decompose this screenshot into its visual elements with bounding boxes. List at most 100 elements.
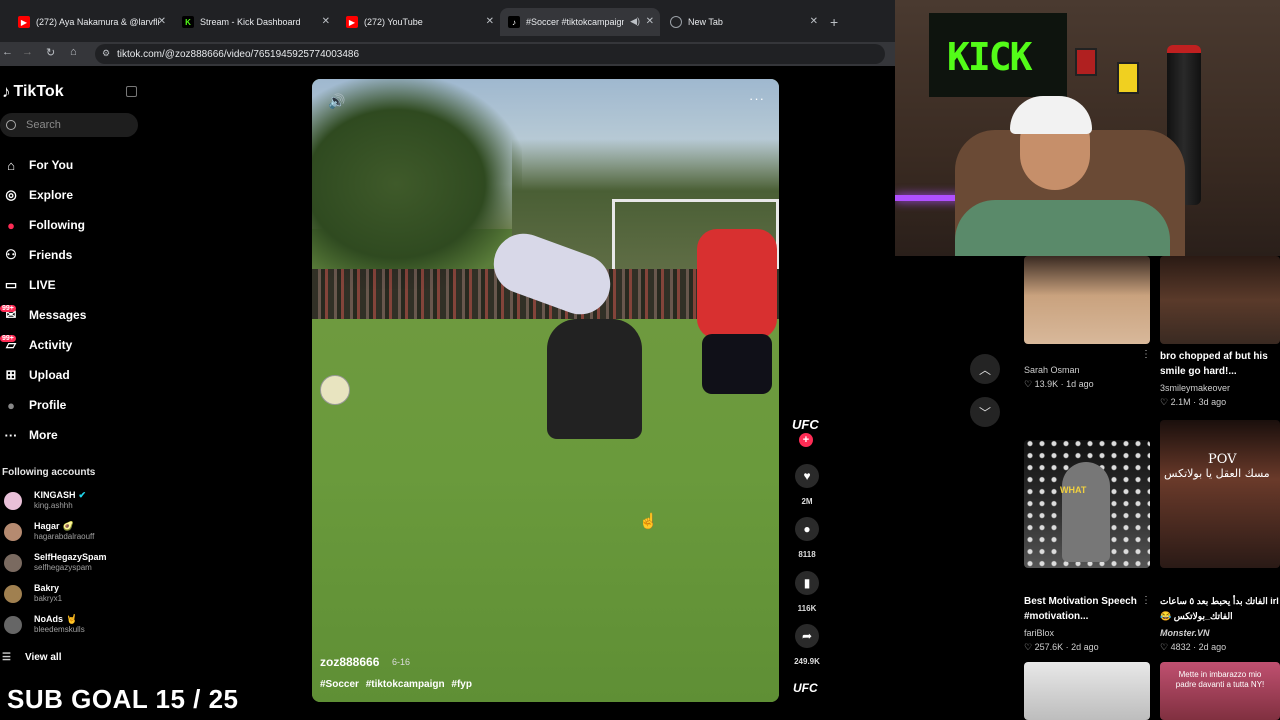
video-author[interactable]: zoz888666 [320,655,379,669]
close-tab-icon[interactable]: ✕ [646,16,654,27]
chrome-icon [670,16,682,28]
sidebar-item-friends[interactable]: ⚇ Friends [0,240,150,270]
recommended-meta: ♡ 13.9K · 1d ago [1024,379,1094,389]
sidebar-item-for-you[interactable]: ⌂ For You [0,150,150,180]
creator-avatar[interactable]: UFC [792,417,819,432]
browser-tab-active[interactable]: ♪ #Soccer #tiktokcampaign # ◀) ✕ [500,8,660,36]
recommended-author[interactable]: 3smileymakeover [1160,383,1230,393]
url-bar[interactable]: ⚙ tiktok.com/@zoz888666/video/7651945925… [95,44,885,64]
recommended-author[interactable]: Sarah Osman [1024,365,1080,375]
volume-icon[interactable]: 🔊 [328,93,345,110]
search-input[interactable]: Search [0,113,138,137]
recommended-title[interactable]: bro chopped af but his smile go hard!... [1160,349,1268,379]
save-button[interactable]: ▮ [795,571,819,595]
home-icon[interactable]: ⌂ [70,46,77,58]
comment-icon: ● [803,522,811,536]
music-disc[interactable]: UFC [793,681,818,695]
browser-tab[interactable]: ▶ (272) YouTube ✕ [338,8,500,36]
friends-icon: ⚇ [5,247,17,262]
close-tab-icon[interactable]: ✕ [322,16,330,27]
browser-tab[interactable]: ▶ (272) Aya Nakamura & @larvfli ✕ [10,8,172,36]
forward-icon[interactable]: → [22,46,33,58]
avatar[interactable] [4,523,22,541]
home-icon: ⌂ [7,157,15,173]
avatar[interactable] [4,585,22,603]
tab-label: (272) YouTube [364,17,423,27]
sidebar-item-activity[interactable]: ▱ 99+ Activity [0,330,150,360]
recommended-author[interactable]: Monster.VN [1160,628,1210,638]
tab-label: Stream - Kick Dashboard [200,17,301,27]
sidebar-item-label: Friends [29,248,73,262]
close-tab-icon[interactable]: ✕ [486,16,494,27]
site-info-icon[interactable]: ⚙ [102,48,110,59]
video-hashtags[interactable]: #Soccer #tiktokcampaign #fyp [320,679,472,690]
tiktok-logo[interactable]: ♪ TikTok [2,82,64,102]
following-account[interactable]: SelfHegazySpam selfhegazyspam [2,550,152,576]
reload-icon[interactable]: ↻ [46,46,55,59]
recommended-author[interactable]: fariBlox [1024,628,1054,638]
share-button[interactable]: ➦ [795,624,819,648]
upload-icon: ⊞ [5,367,17,382]
collapse-sidebar-icon[interactable] [126,86,137,97]
video-date: 6-16 [392,657,411,667]
video-thumbnail[interactable] [1160,420,1280,568]
more-options-icon[interactable]: ··· [749,91,765,106]
previous-video-button[interactable]: ︿ [970,354,1000,384]
sidebar-item-profile[interactable]: ● Profile [0,390,150,420]
video-thumbnail[interactable] [1024,256,1150,344]
tab-label: New Tab [688,17,723,27]
video-thumbnail[interactable] [1160,256,1280,344]
avatar[interactable] [4,616,22,634]
sidebar-nav: ⌂ For You ◎ Explore ● Following ⚇ Friends ▭ LIVE ✉… [0,150,150,450]
recommended-title[interactable]: Best Motivation Speech #motivation... [1024,594,1137,624]
sidebar-item-live[interactable]: ▭ LIVE [0,270,150,300]
heart-icon: ♡ [1024,379,1035,389]
close-tab-icon[interactable]: ✕ [810,16,818,27]
sidebar-item-label: Profile [29,398,67,412]
like-button[interactable]: ♥ [795,464,819,488]
following-account[interactable]: Hagar 🥑 hagarabdalraouff [2,519,152,545]
back-icon[interactable]: ← [2,46,13,58]
follow-button[interactable]: + [799,433,813,447]
view-all-link[interactable]: ☰ View all [2,652,61,663]
video-thumbnail[interactable] [1024,662,1150,720]
following-account[interactable]: Bakry bakryx1 [2,581,152,607]
browser-tab-bar: ▶ (272) Aya Nakamura & @larvfli ✕ K Stre… [0,0,895,42]
sidebar-item-label: LIVE [29,278,56,292]
account-handle: selfhegazyspam [34,563,92,572]
new-tab-icon[interactable]: + [830,14,838,30]
account-name-text: Hagar [34,521,60,531]
sidebar-item-explore[interactable]: ◎ Explore [0,180,150,210]
account-name: SelfHegazySpam [34,552,107,562]
following-account[interactable]: KINGASH ✔ king.ashhh [2,488,152,514]
close-tab-icon[interactable]: ✕ [158,16,166,27]
sidebar-item-messages[interactable]: ✉ 99+ Messages [0,300,150,330]
youtube-icon: ▶ [18,16,30,28]
sidebar-item-label: Messages [29,308,87,322]
avatar[interactable] [4,554,22,572]
like-count: 257.6K [1034,642,1064,652]
thumbnail-caption-arabic: مسك العقل يا بولاتكس [1164,467,1270,480]
next-video-button[interactable]: ﹀ [970,397,1000,427]
video-player[interactable]: 🔊 ··· zoz888666 6-16 #Soccer #tiktokcamp… [312,79,779,702]
browser-tab[interactable]: K Stream - Kick Dashboard ✕ [174,8,336,36]
account-name-text: Bakry [34,583,60,593]
heart-icon: ♡ [1024,642,1035,652]
following-account[interactable]: NoAds 🤘 bleedemskulls [2,612,152,638]
sub-goal-overlay: SUB GOAL 15 / 25 [7,684,239,714]
browser-tab[interactable]: New Tab ✕ [662,8,824,36]
avatar[interactable] [4,492,22,510]
sidebar-item-upload[interactable]: ⊞ Upload [0,360,150,390]
video-player-shorts [702,334,772,394]
more-options-icon[interactable]: ⋮ [1141,595,1151,606]
more-options-icon[interactable]: ⋮ [1141,349,1151,360]
heart-icon: ♡ [1160,642,1171,652]
more-icon: ··· [4,427,18,443]
sidebar-item-following[interactable]: ● Following [0,210,150,240]
recommended-title[interactable]: الفاتك بدأ يحبط بعد ٥ ساعات irl 😂 الفاتك_… [1160,594,1279,624]
account-handle: hagarabdalraouff [34,532,95,541]
sidebar-item-more[interactable]: ··· More [0,420,150,450]
sidebar-item-label: More [29,428,58,442]
comment-button[interactable]: ● [795,517,819,541]
speaker-icon[interactable]: ◀) [630,16,640,27]
